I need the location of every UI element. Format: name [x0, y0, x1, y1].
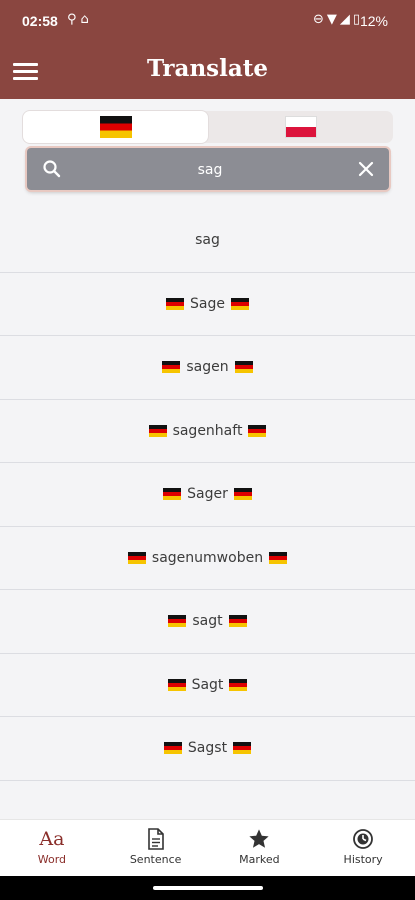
result-word: sagt: [192, 613, 223, 630]
star-icon: [249, 829, 269, 848]
status-bar: 02:58 ⚲⌂ ⊖▼◢▯ 12%: [0, 0, 415, 42]
home-gesture-pill[interactable]: [153, 886, 263, 890]
result-word: sagenumwoben: [151, 549, 264, 566]
result-row[interactable]: Sagt: [0, 654, 415, 717]
germany-flag-icon: [167, 678, 186, 691]
result-row[interactable]: sagt: [0, 590, 415, 654]
search-icon[interactable]: [42, 159, 62, 179]
status-time: 02:58: [22, 13, 58, 29]
nav-marked-label: Marked: [239, 853, 280, 866]
germany-flag-icon: [269, 551, 288, 564]
result-row[interactable]: Sagst: [0, 717, 415, 781]
result-row[interactable]: sag: [0, 209, 415, 273]
usb-icon: ⚲: [67, 12, 81, 27]
result-row[interactable]: Sager: [0, 463, 415, 527]
result-word: sagen: [186, 359, 229, 376]
battery-level: 12%: [359, 13, 388, 29]
germany-flag-icon: [148, 424, 167, 437]
nav-history[interactable]: History: [311, 820, 415, 877]
result-row[interactable]: sagen: [0, 336, 415, 400]
word-aa-icon: Aa: [39, 828, 65, 850]
system-navigation-bar: [0, 876, 415, 900]
result-word: sagenhaft: [172, 422, 243, 439]
result-row[interactable]: sagenumwoben: [0, 527, 415, 590]
germany-flag-icon: [248, 424, 267, 437]
germany-flag-icon: [233, 488, 252, 501]
germany-flag-icon: [233, 742, 252, 755]
wifi-icon: ▼: [326, 12, 340, 27]
germany-flag-icon: [163, 488, 182, 501]
search-input[interactable]: [77, 148, 343, 192]
result-word: sag: [195, 232, 220, 249]
target-language-tab[interactable]: [208, 111, 393, 143]
nav-sentence-label: Sentence: [129, 853, 182, 866]
result-word: Sagt: [191, 676, 224, 693]
nav-history-label: History: [343, 853, 383, 866]
page-title: Translate: [146, 55, 269, 82]
result-word: Sagst: [187, 740, 228, 757]
signal-icon: ◢: [339, 12, 353, 27]
history-icon: [353, 829, 374, 849]
result-word: Sage: [190, 295, 225, 312]
poland-flag-icon: [284, 116, 317, 138]
nav-marked[interactable]: Marked: [208, 820, 312, 877]
germany-flag-icon: [127, 551, 146, 564]
language-toggle: [23, 111, 393, 143]
result-list: sag Sage sagen sagenhaft Sager sagenumwoben sa…: [0, 209, 415, 781]
germany-flag-icon: [230, 297, 249, 310]
germany-flag-icon: [99, 116, 132, 138]
result-row[interactable]: sagenhaft: [0, 400, 415, 463]
dnd-icon: ⊖: [312, 12, 327, 27]
cleaner-icon: ⌂: [80, 12, 93, 27]
nav-sentence[interactable]: Sentence: [104, 820, 208, 877]
germany-flag-icon: [166, 297, 185, 310]
germany-flag-icon: [163, 742, 182, 755]
germany-flag-icon: [162, 361, 181, 374]
germany-flag-icon: [228, 615, 247, 628]
system-icons: ⊖▼◢▯: [313, 12, 363, 27]
app-bar: 02:58 ⚲⌂ ⊖▼◢▯ 12% Translate: [0, 0, 415, 99]
document-icon: [147, 828, 164, 850]
close-icon[interactable]: [357, 160, 375, 178]
nav-word[interactable]: Aa Word: [0, 820, 104, 877]
germany-flag-icon: [234, 361, 253, 374]
bottom-navigation: Aa Word Sentence Marked History: [0, 819, 415, 877]
germany-flag-icon: [229, 678, 248, 691]
source-language-tab[interactable]: [23, 111, 208, 143]
germany-flag-icon: [168, 615, 187, 628]
result-row[interactable]: Sage: [0, 273, 415, 336]
search-bar: [27, 148, 389, 192]
notification-icons: ⚲⌂: [67, 12, 93, 27]
result-word: Sager: [187, 486, 228, 503]
nav-word-label: Word: [37, 853, 67, 866]
